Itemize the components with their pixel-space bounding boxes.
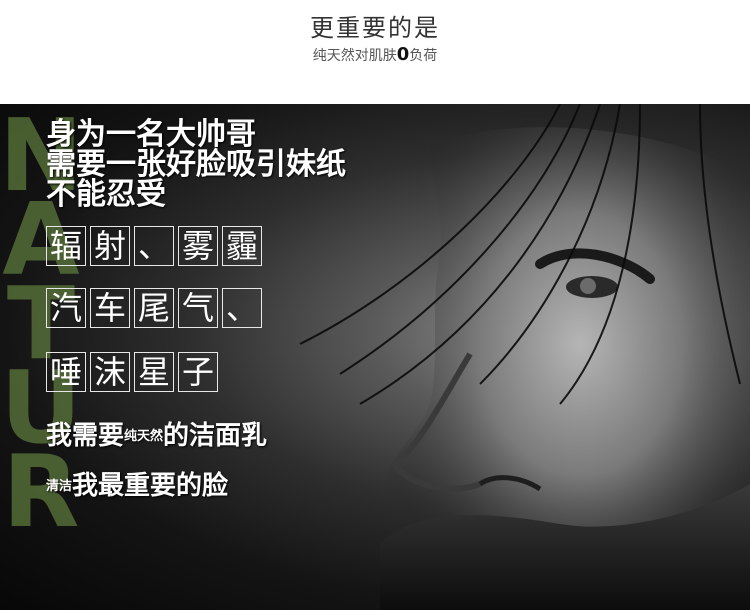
section-subtitle: 纯天然对肌肤0负荷	[0, 44, 750, 65]
subtitle-prefix: 纯天然对肌肤	[312, 48, 397, 64]
boxed-char: 、	[134, 226, 174, 266]
headline-line-3: 不能忍受	[46, 177, 166, 212]
boxed-char: 唾	[46, 352, 86, 392]
boxed-char: 汽	[46, 288, 86, 328]
boxed-char: 雾	[178, 226, 218, 266]
boxed-row-1: 辐 射 、 雾 霾	[46, 226, 262, 266]
boxed-char: 子	[178, 352, 218, 392]
boxed-char: 霾	[222, 226, 262, 266]
boxed-char: 射	[90, 226, 130, 266]
tagline-line-2: 清洁我最重要的脸	[46, 470, 228, 503]
boxed-char: 沫	[90, 352, 130, 392]
header: 更重要的是 纯天然对肌肤0负荷	[0, 0, 750, 104]
tagline-small: 清洁	[46, 479, 73, 494]
boxed-char: 尾	[134, 288, 174, 328]
tagline-text: 我最重要的脸	[72, 471, 229, 501]
subtitle-suffix: 负荷	[409, 48, 438, 64]
section-title: 更重要的是	[310, 14, 440, 42]
boxed-char: 辐	[46, 226, 86, 266]
tagline-line-1: 我需要纯天然的洁面乳	[46, 420, 267, 453]
boxed-char: 星	[134, 352, 174, 392]
boxed-char: 、	[222, 288, 262, 328]
tagline-small: 纯天然	[124, 429, 164, 444]
tagline-text: 的洁面乳	[163, 421, 268, 451]
boxed-char: 气	[178, 288, 218, 328]
boxed-char: 车	[90, 288, 130, 328]
hero-banner: N A T U R 身为一名大帅哥 需要一张好脸吸引妹纸 不能忍受 辐 射 、 …	[0, 104, 750, 610]
boxed-row-2: 汽 车 尾 气 、	[46, 288, 262, 328]
tagline-text: 我需要	[46, 421, 125, 451]
subtitle-zero: 0	[396, 44, 410, 65]
boxed-row-3: 唾 沫 星 子	[46, 352, 218, 392]
